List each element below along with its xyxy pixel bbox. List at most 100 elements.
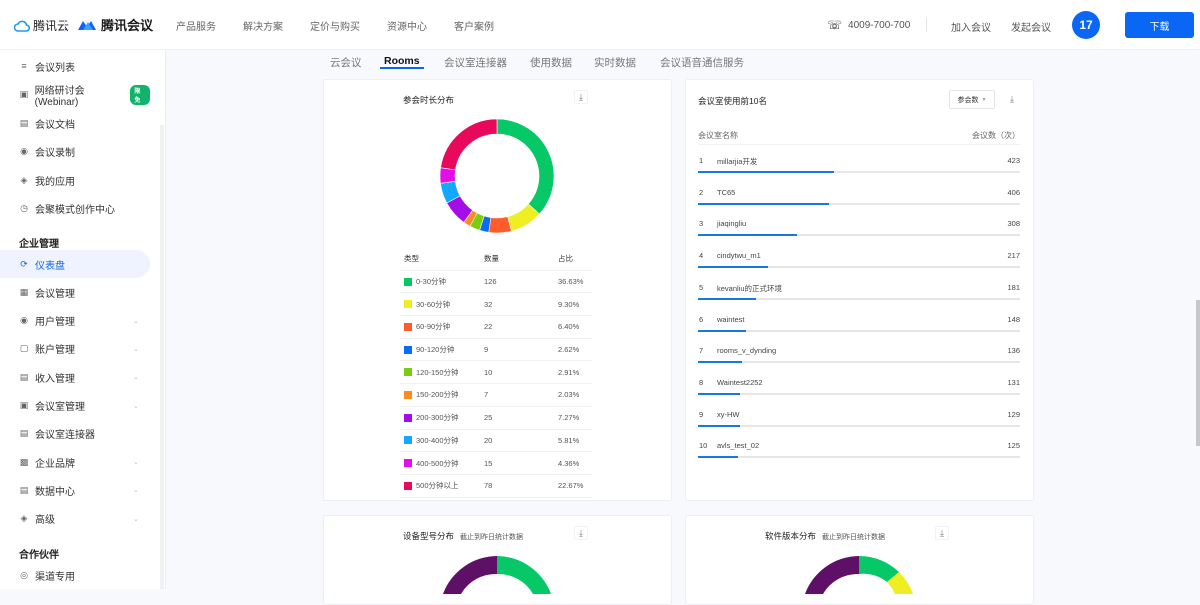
- donut-slice-2[interactable]: [488, 216, 512, 234]
- page-scrollbar[interactable]: [1196, 300, 1200, 446]
- nav-pricing[interactable]: 定价与购买: [310, 18, 360, 33]
- sidebar-item-connector[interactable]: ▤ 会议室连接器: [0, 420, 150, 448]
- sidebar-item-channel[interactable]: ◎ 渠道专用: [0, 561, 150, 589]
- duration-download-icon[interactable]: ⤓: [574, 90, 588, 104]
- meeting-count: 181: [1007, 282, 1020, 292]
- sidebar-item-label: 会聚模式创作中心: [35, 205, 115, 216]
- tab-usage-data[interactable]: 使用数据: [530, 52, 572, 70]
- sidebar-item-document[interactable]: ▤ 会议文档: [0, 109, 150, 137]
- legend-label: 300-400分钟: [416, 435, 459, 445]
- sidebar-item-webinar[interactable]: ▣ 网络研讨会(Webinar) 限免: [0, 81, 150, 109]
- rank-number: 10: [699, 441, 708, 451]
- download-button[interactable]: 下载: [1125, 12, 1194, 38]
- sidebar-item-income[interactable]: ▤ 收入管理: [0, 363, 150, 391]
- meeting-count: 136: [1007, 346, 1020, 356]
- rank-number: 7: [699, 346, 704, 356]
- donut-slice-9[interactable]: [440, 118, 498, 171]
- device-download-icon[interactable]: ⤓: [574, 526, 588, 540]
- tencent-cloud-logo[interactable]: 腾讯云: [14, 17, 69, 34]
- nav-products[interactable]: 产品服务: [176, 18, 216, 33]
- user-icon: ◉: [20, 315, 28, 326]
- device-card-heading: 设备型号分布 截止到昨日统计数据: [403, 530, 523, 542]
- legend-swatch: [404, 459, 412, 468]
- room-icon: ▣: [19, 400, 29, 410]
- ranking-row[interactable]: 10 avls_test_02 125: [698, 434, 1020, 466]
- ranking-row[interactable]: 6 waintest 148: [698, 308, 1020, 340]
- sidebar-scrollbar[interactable]: [160, 125, 164, 589]
- chevron-down-icon[interactable]: ⌄: [133, 486, 139, 494]
- tab-realtime-data[interactable]: 实时数据: [594, 52, 636, 70]
- sidebar-item-dashboard[interactable]: ⟳ 仪表盘: [0, 250, 150, 278]
- ranking-row[interactable]: 9 xy-HW 129: [698, 403, 1020, 435]
- sidebar-item-brand[interactable]: ▩ 企业品牌: [0, 448, 150, 476]
- start-meeting-link[interactable]: 发起会议: [1011, 19, 1051, 34]
- sidebar-item-label: 会议室连接器: [35, 430, 95, 442]
- chevron-down-icon[interactable]: ⌄: [133, 458, 139, 466]
- sidebar-item-grid[interactable]: ▦ 会议管理: [0, 278, 150, 306]
- join-meeting-link[interactable]: 加入会议: [951, 19, 991, 34]
- tab-room-connector[interactable]: 会议室连接器: [444, 52, 507, 70]
- ranking-row[interactable]: 5 kevanliu的正式环境 181: [698, 276, 1020, 308]
- sort-by-select[interactable]: 参会数 ▼: [949, 90, 995, 109]
- ranking-row[interactable]: 4 cindytwu_m1 217: [698, 244, 1020, 276]
- sidebar-item-account[interactable]: ▢ 账户管理: [0, 335, 150, 363]
- legend-count: 20: [484, 435, 493, 445]
- donut-slice-8[interactable]: [439, 167, 456, 184]
- legend-swatch: [404, 322, 412, 331]
- software-download-icon[interactable]: ⤓: [935, 526, 949, 540]
- tab-voice-service[interactable]: 会议语音通信服务: [660, 52, 744, 70]
- device-donut-chart: [443, 556, 551, 594]
- legend-type: 0-30分钟: [404, 276, 446, 287]
- legend-type: 300-400分钟: [404, 435, 459, 446]
- col-type: 类型: [404, 254, 419, 264]
- phone-contact[interactable]: ☏ 4009-700-700: [827, 18, 910, 32]
- sidebar-item-advanced[interactable]: ◈ 高级: [0, 505, 150, 533]
- legend-percent: 6.40%: [558, 322, 580, 332]
- ranking-row[interactable]: 8 Waintest2252 131: [698, 371, 1020, 403]
- tencent-meeting-logo[interactable]: 腾讯会议: [78, 15, 153, 34]
- donut-slice-0[interactable]: [496, 118, 555, 215]
- channel-icon: ◎: [20, 569, 28, 580]
- header-divider-line: [698, 144, 1020, 145]
- sidebar-item-room[interactable]: ▣ 会议室管理: [0, 392, 150, 420]
- user-avatar[interactable]: 17: [1072, 11, 1100, 39]
- ranking-row[interactable]: 7 rooms_v_dynding 136: [698, 339, 1020, 371]
- legend-count: 10: [484, 367, 493, 377]
- legend-swatch: [404, 368, 412, 377]
- chevron-down-icon[interactable]: ⌄: [133, 317, 139, 325]
- nav-resources[interactable]: 资源中心: [387, 18, 427, 33]
- sidebar-item-list[interactable]: ≡ 会议列表: [0, 52, 150, 80]
- sidebar-item-apps[interactable]: ◈ 我的应用: [0, 166, 150, 194]
- usage-bar-track: [698, 456, 1020, 459]
- chevron-down-icon[interactable]: ⌄: [133, 515, 139, 523]
- webinar-icon: ▣: [19, 89, 29, 99]
- ranking-download-icon[interactable]: ⤓: [1005, 92, 1019, 106]
- nav-solutions[interactable]: 解决方案: [243, 18, 283, 33]
- sidebar-item-data[interactable]: ▤ 数据中心: [0, 476, 150, 504]
- sidebar-item-user[interactable]: ◉ 用户管理: [0, 307, 150, 335]
- legend-table-header: 类型 数量 占比: [400, 248, 592, 271]
- chevron-down-icon[interactable]: ⌄: [133, 402, 139, 410]
- rank-number: 1: [699, 156, 704, 165]
- sidebar-item-creation[interactable]: ◷ 会聚模式创作中心: [0, 195, 150, 223]
- tab-rooms[interactable]: Rooms: [384, 52, 420, 67]
- ranking-row[interactable]: 2 TC65 406: [698, 181, 1020, 213]
- apps-icon: ◈: [20, 174, 28, 185]
- tab-cloud-meeting[interactable]: 云会议: [330, 52, 362, 70]
- meeting-count: 148: [1007, 314, 1020, 324]
- meeting-count: 308: [1007, 219, 1020, 229]
- legend-label: 90-120分钟: [416, 345, 455, 355]
- ranking-row[interactable]: 3 jiaqingliu 308: [698, 212, 1020, 244]
- ranking-row[interactable]: 1 millarjia开发 423: [698, 149, 1020, 181]
- legend-type: 200-300分钟: [404, 412, 459, 423]
- legend-type: 150-200分钟: [404, 389, 459, 400]
- chevron-down-icon[interactable]: ⌄: [133, 345, 139, 353]
- chevron-down-icon[interactable]: ⌄: [133, 373, 139, 381]
- software-donut-chart: [805, 556, 913, 594]
- legend-row: 500分钟以上 78 22.67%: [400, 475, 592, 498]
- phone-number: 4009-700-700: [848, 19, 911, 31]
- nav-cases[interactable]: 客户案例: [454, 18, 494, 33]
- usage-bar-fill: [698, 171, 835, 173]
- sidebar-item-record[interactable]: ◉ 会议录制: [0, 138, 150, 166]
- logo-divider: [64, 19, 65, 32]
